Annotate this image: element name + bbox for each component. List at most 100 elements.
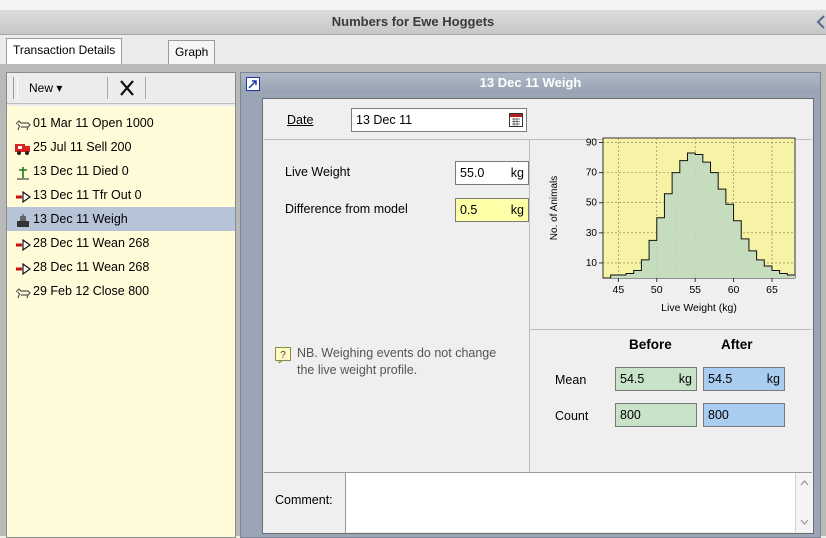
- transfer-arrow-icon: [15, 260, 32, 276]
- y-tick-label: 90: [586, 138, 598, 149]
- mean-before-value: 54.5: [620, 372, 645, 386]
- histogram-bar: [672, 172, 680, 278]
- unit-label: kg: [766, 372, 780, 386]
- histogram-bar: [779, 273, 788, 278]
- transfer-arrow-icon: [15, 236, 32, 252]
- histogram-bar: [633, 270, 642, 278]
- svg-text:?: ?: [280, 350, 286, 361]
- histogram-bar: [695, 154, 703, 278]
- histogram-bar: [741, 238, 749, 278]
- event-list-panel: New ▾ 01 Mar 11 Open 1000 25 Jul 11 Sell…: [6, 72, 236, 538]
- truck-icon: [15, 140, 31, 155]
- sheep-icon: [15, 284, 31, 299]
- event-list: 01 Mar 11 Open 1000 25 Jul 11 Sell 200 1…: [7, 106, 235, 537]
- histogram-bar: [764, 265, 772, 278]
- histogram-bar: [733, 220, 742, 278]
- live-weight-field[interactable]: 55.0 kg: [455, 161, 529, 185]
- detail-title: 13 Dec 11 Weigh: [479, 75, 582, 90]
- unit-label: kg: [678, 372, 692, 386]
- date-label: Date: [287, 113, 314, 127]
- list-item-selected[interactable]: 13 Dec 11 Weigh: [7, 207, 235, 231]
- note-text: NB. Weighing events do not change the li…: [297, 346, 497, 377]
- mean-after-field: 54.5 kg: [703, 367, 785, 391]
- y-tick-label: 50: [586, 198, 598, 209]
- detail-header: 13 Dec 11 Weigh: [241, 73, 820, 93]
- list-item[interactable]: 13 Dec 11 Died 0: [7, 159, 235, 183]
- live-weight-label: Live Weight: [285, 165, 351, 179]
- unit-label: kg: [510, 203, 524, 217]
- count-after-field: 800: [703, 403, 785, 427]
- weigh-form: Date 13 Dec 11 Live Weight 55.0 kg Diffe…: [262, 98, 814, 534]
- mean-label: Mean: [555, 373, 587, 387]
- list-item[interactable]: 25 Jul 11 Sell 200: [7, 135, 235, 159]
- count-after-value: 800: [708, 408, 729, 422]
- unit-label: kg: [510, 166, 524, 180]
- x-tick-label: 45: [613, 284, 625, 296]
- divider: [529, 140, 530, 472]
- list-item[interactable]: 29 Feb 12 Close 800: [7, 279, 235, 303]
- x-tick-label: 65: [766, 284, 778, 296]
- new-button[interactable]: New ▾: [23, 78, 68, 98]
- mean-after-value: 54.5: [708, 372, 733, 386]
- count-before-value: 800: [620, 408, 641, 422]
- tab-graph[interactable]: Graph: [168, 40, 216, 65]
- difference-value: 0.5: [460, 203, 478, 217]
- list-item[interactable]: 13 Dec 11 Tfr Out 0: [7, 183, 235, 207]
- transfer-arrow-icon: [15, 188, 32, 204]
- window-titlebar: Numbers for Ewe Hoggets: [0, 10, 826, 35]
- weight-histogram: 10 30 50 70 90 45 50 55 60 65 Live Weight (kg) No. …: [531, 134, 811, 319]
- x-tick-label: 55: [689, 284, 701, 296]
- histogram-bar: [710, 172, 719, 278]
- toolbar-grip[interactable]: [13, 77, 18, 99]
- difference-label: Difference from model: [285, 202, 408, 216]
- toolbar-separator: [107, 77, 108, 99]
- histogram-bar: [664, 193, 673, 278]
- y-tick-label: 70: [586, 168, 598, 179]
- histogram-bar: [725, 204, 734, 278]
- list-item[interactable]: 28 Dec 11 Wean 268: [7, 231, 235, 255]
- y-tick-label: 10: [586, 258, 598, 269]
- before-header: Before: [629, 337, 672, 352]
- histogram-bar: [748, 250, 757, 278]
- histogram-bar: [687, 153, 696, 278]
- live-weight-value: 55.0: [460, 166, 485, 180]
- histogram-bar: [718, 189, 726, 278]
- comment-scrollbar[interactable]: [795, 473, 813, 532]
- tab-transaction-details[interactable]: Transaction Details: [6, 38, 123, 65]
- date-value: 13 Dec 11: [356, 113, 413, 127]
- histogram-bar: [756, 259, 765, 278]
- y-tick-label: 30: [586, 228, 598, 239]
- comment-label: Comment:: [275, 493, 333, 507]
- toolbar-separator: [145, 77, 146, 99]
- grave-cross-icon: [15, 164, 31, 180]
- x-axis-label: Live Weight (kg): [661, 302, 737, 314]
- difference-field: 0.5 kg: [455, 198, 529, 222]
- sheep-icon: [15, 116, 31, 131]
- count-before-field: 800: [615, 403, 697, 427]
- help-note-icon: ?: [275, 347, 291, 364]
- histogram-bar: [641, 259, 650, 278]
- histogram-bar: [679, 160, 688, 278]
- y-axis-label: No. of Animals: [549, 176, 560, 240]
- x-tick-label: 60: [728, 284, 740, 296]
- divider: [530, 329, 812, 330]
- after-header: After: [721, 337, 753, 352]
- collapse-chevron-icon[interactable]: [816, 12, 826, 32]
- comment-textarea[interactable]: [346, 473, 795, 532]
- histogram-bar: [656, 217, 665, 278]
- list-item[interactable]: 28 Dec 11 Wean 268: [7, 255, 235, 279]
- calendar-icon[interactable]: [509, 112, 523, 127]
- detail-panel: 13 Dec 11 Weigh Date 13 Dec 11 Live Weig…: [240, 72, 821, 538]
- list-item[interactable]: 01 Mar 11 Open 1000: [7, 111, 235, 135]
- tab-strip: Transaction Details Graph: [0, 34, 826, 65]
- scale-icon: [15, 212, 31, 227]
- histogram-bar: [771, 270, 780, 278]
- histogram-svg: 10 30 50 70 90 45 50 55 60 65 Live Weight (kg) No. …: [549, 137, 796, 314]
- x-tick-label: 50: [651, 284, 663, 296]
- histogram-bar: [649, 240, 657, 278]
- delete-icon[interactable]: [115, 76, 139, 100]
- count-label: Count: [555, 409, 589, 423]
- date-field[interactable]: 13 Dec 11: [351, 108, 527, 132]
- window-title: Numbers for Ewe Hoggets: [331, 14, 495, 29]
- histogram-bar: [626, 273, 634, 278]
